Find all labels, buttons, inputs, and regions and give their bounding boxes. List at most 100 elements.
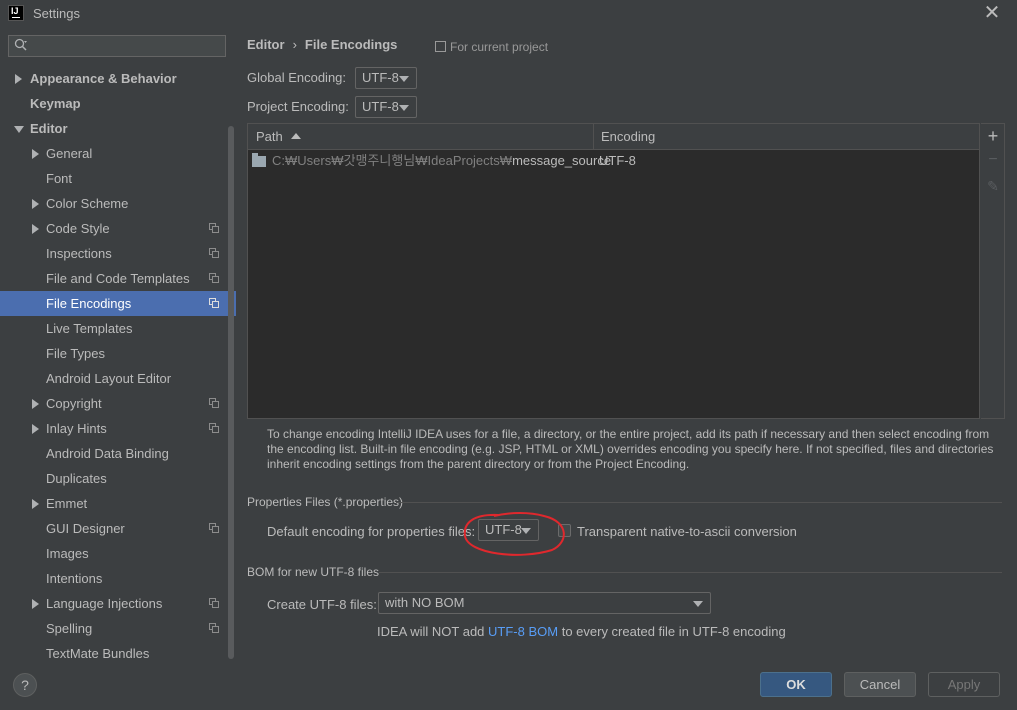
global-encoding-combo[interactable]: UTF-8: [355, 67, 417, 89]
column-encoding[interactable]: Encoding: [601, 124, 655, 149]
bom-note: IDEA will NOT add UTF-8 BOM to every cre…: [377, 624, 786, 639]
sidebar-item[interactable]: Inlay Hints: [0, 416, 236, 441]
sidebar-item-label: Appearance & Behavior: [30, 71, 177, 86]
group-divider: [396, 502, 1002, 503]
apply-button[interactable]: Apply: [928, 672, 1000, 697]
sidebar-scrollbar[interactable]: [228, 126, 234, 659]
chevron-down-icon[interactable]: [14, 126, 24, 133]
settings-sidebar: Appearance & Behavior Keymap Editor General…: [0, 28, 236, 660]
settings-content: Editor › File Encodings For current projec…: [236, 28, 1017, 660]
ok-button[interactable]: OK: [760, 672, 832, 697]
breadcrumb-parent[interactable]: Editor: [247, 37, 285, 52]
sidebar-item-label: Spelling: [46, 621, 93, 636]
chevron-down-icon: [693, 601, 703, 607]
sidebar-item[interactable]: GUI Designer: [0, 516, 236, 541]
sidebar-item[interactable]: File Types: [0, 341, 236, 366]
column-divider[interactable]: [593, 124, 594, 149]
sidebar-item[interactable]: Code Style: [0, 216, 236, 241]
project-scope-icon: [209, 248, 219, 258]
sidebar-item[interactable]: Appearance & Behavior: [0, 66, 236, 91]
breadcrumb-current: File Encodings: [304, 37, 398, 52]
sidebar-item[interactable]: General: [0, 141, 236, 166]
scope-label: For current project: [450, 40, 549, 54]
sidebar-item[interactable]: Keymap: [0, 91, 236, 116]
sidebar-item[interactable]: Android Data Binding: [0, 441, 236, 466]
encoding-cell[interactable]: UTF-8: [599, 150, 636, 172]
sidebar-item[interactable]: File and Code Templates: [0, 266, 236, 291]
sidebar-item[interactable]: Editor: [0, 116, 236, 141]
project-scope-icon: [209, 223, 219, 233]
project-encoding-combo[interactable]: UTF-8: [355, 96, 417, 118]
sidebar-item[interactable]: Intentions: [0, 566, 236, 591]
project-scope-icon: [209, 273, 219, 283]
sidebar-item-label: Code Style: [46, 221, 110, 236]
sidebar-item[interactable]: File Encodings: [0, 291, 236, 316]
sidebar-item-label: Duplicates: [46, 471, 107, 486]
folder-icon: [252, 153, 266, 167]
sidebar-item[interactable]: Font: [0, 166, 236, 191]
breadcrumb: Editor › File Encodings: [247, 37, 397, 52]
chevron-right-icon[interactable]: [32, 424, 39, 434]
project-encoding-value: UTF-8: [362, 99, 399, 114]
chevron-right-icon[interactable]: [32, 499, 39, 509]
chevron-down-icon: [399, 76, 409, 82]
sidebar-item[interactable]: Live Templates: [0, 316, 236, 341]
table-toolbar: + − ✎: [981, 123, 1005, 419]
intellij-app-icon: IJ: [8, 5, 24, 21]
sidebar-item-label: File and Code Templates: [46, 271, 190, 286]
chevron-right-icon[interactable]: [15, 74, 22, 84]
sidebar-item[interactable]: Color Scheme: [0, 191, 236, 216]
sidebar-item-label: TextMate Bundles: [46, 646, 150, 660]
sidebar-item-label: Keymap: [30, 96, 81, 111]
sidebar-item-label: Android Data Binding: [46, 446, 169, 461]
help-button[interactable]: ?: [13, 673, 37, 697]
transparent-conversion-label[interactable]: Transparent native-to-ascii conversion: [577, 524, 797, 539]
properties-group-title: Properties Files (*.properties): [247, 495, 404, 509]
close-icon[interactable]: ✕: [981, 2, 1003, 24]
sidebar-item-label: Inlay Hints: [46, 421, 107, 436]
properties-encoding-value: UTF-8: [485, 522, 522, 537]
create-utf8-value: with NO BOM: [385, 595, 465, 610]
column-path[interactable]: Path: [256, 124, 301, 149]
project-scope-icon: [209, 598, 219, 608]
sidebar-item[interactable]: Duplicates: [0, 466, 236, 491]
sidebar-item[interactable]: Inspections: [0, 241, 236, 266]
sidebar-item-label: Font: [46, 171, 73, 186]
sidebar-item[interactable]: TextMate Bundles: [0, 641, 236, 660]
chevron-right-icon[interactable]: [32, 399, 39, 409]
global-encoding-label: Global Encoding:: [247, 70, 347, 85]
utf8-bom-link[interactable]: UTF-8 BOM: [488, 624, 558, 639]
table-row[interactable]: C:₩Users₩갓맹주니행님₩IdeaProjects₩message_sou…: [248, 150, 979, 174]
sort-ascending-icon: [290, 133, 301, 139]
search-input[interactable]: [33, 36, 221, 56]
settings-search[interactable]: [8, 35, 226, 57]
project-scope-icon: [209, 523, 219, 533]
chevron-right-icon[interactable]: [32, 224, 39, 234]
sidebar-item-label: File Encodings: [46, 296, 132, 311]
chevron-right-icon[interactable]: [32, 199, 39, 209]
sidebar-item-label: Live Templates: [46, 321, 133, 336]
transparent-conversion-checkbox[interactable]: [558, 524, 571, 537]
encodings-table: Path Encoding C:₩Users₩갓맹주니행님₩IdeaProjec…: [247, 123, 980, 419]
chevron-right-icon[interactable]: [32, 599, 39, 609]
bom-group-title: BOM for new UTF-8 files: [247, 565, 380, 579]
sidebar-item-label: Copyright: [46, 396, 102, 411]
sidebar-item-label: Color Scheme: [46, 196, 129, 211]
edit-icon[interactable]: ✎: [981, 174, 1005, 198]
scope-note: For current project: [435, 40, 548, 54]
sidebar-item[interactable]: Copyright: [0, 391, 236, 416]
add-icon[interactable]: +: [981, 124, 1005, 148]
cancel-button[interactable]: Cancel: [844, 672, 916, 697]
chevron-right-icon[interactable]: [32, 149, 39, 159]
sidebar-item[interactable]: Spelling: [0, 616, 236, 641]
sidebar-item-label: Android Layout Editor: [46, 371, 172, 386]
sidebar-item[interactable]: Images: [0, 541, 236, 566]
sidebar-item[interactable]: Language Injections: [0, 591, 236, 616]
sidebar-item[interactable]: Emmet: [0, 491, 236, 516]
chevron-down-icon: [521, 528, 531, 534]
sidebar-item[interactable]: Android Layout Editor: [0, 366, 236, 391]
remove-icon[interactable]: −: [981, 148, 1005, 172]
sidebar-item-label: Emmet: [46, 496, 88, 511]
create-utf8-combo[interactable]: with NO BOM: [378, 592, 711, 614]
properties-encoding-combo[interactable]: UTF-8: [478, 519, 539, 541]
